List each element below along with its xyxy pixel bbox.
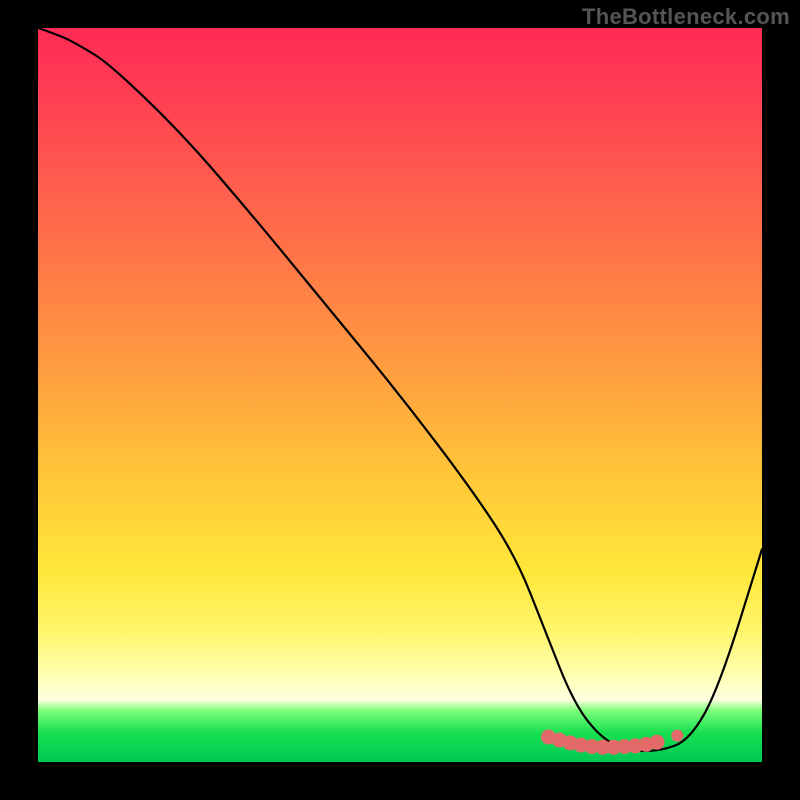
curve-svg (38, 28, 762, 762)
attribution-label: TheBottleneck.com (582, 4, 790, 30)
optimal-marker (671, 730, 683, 742)
optimal-range-markers (541, 730, 683, 755)
chart-frame: TheBottleneck.com (0, 0, 800, 800)
plot-area (38, 28, 762, 762)
bottleneck-curve (38, 28, 762, 751)
optimal-marker (650, 735, 665, 750)
